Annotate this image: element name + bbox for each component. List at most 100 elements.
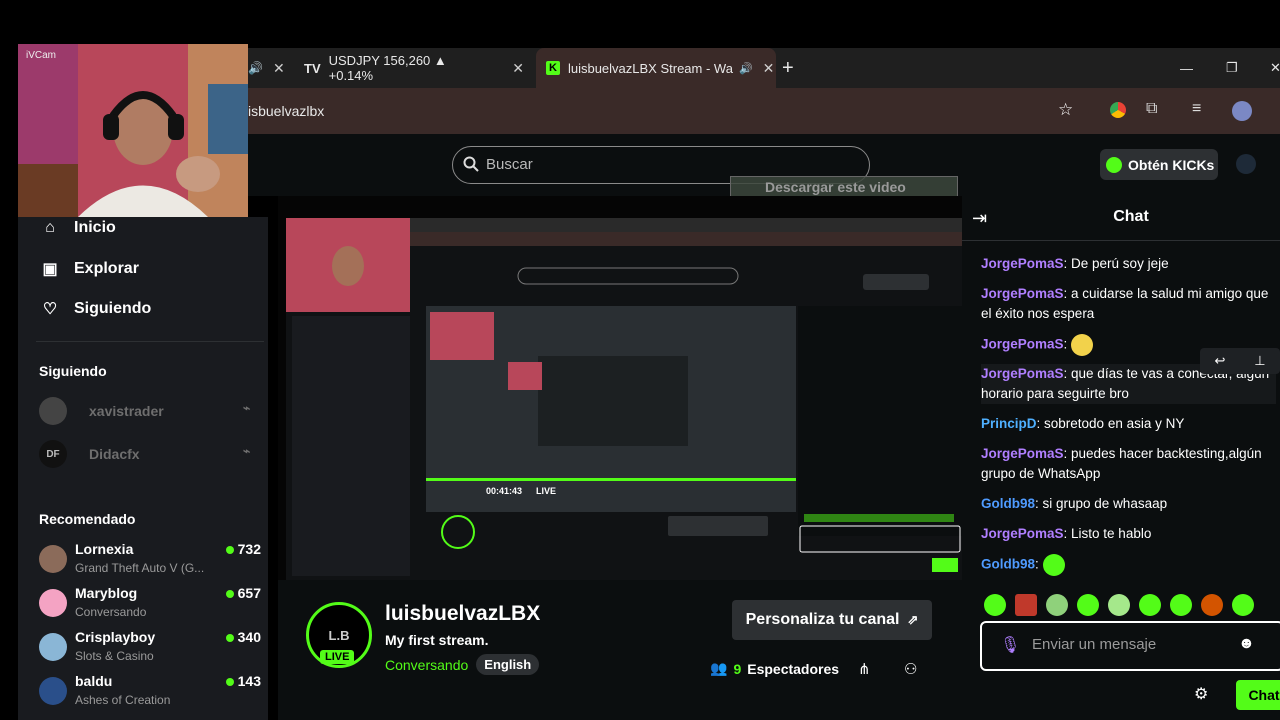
viewer-count: 340 bbox=[225, 629, 261, 645]
channel-name[interactable]: luisbuelvazLBX bbox=[385, 602, 540, 626]
profile-icon[interactable] bbox=[1232, 101, 1252, 121]
chat-title: Chat bbox=[1113, 208, 1149, 225]
category-link[interactable]: Conversando bbox=[385, 657, 468, 673]
divider bbox=[962, 240, 1280, 241]
browser-tab[interactable]: TV USDJPY 156,260 ▲ +0.14% ✕ bbox=[304, 48, 524, 88]
search-icon bbox=[463, 156, 479, 172]
get-kicks-button[interactable]: Obtén KICKs bbox=[1100, 149, 1218, 180]
browser-tab-active[interactable]: K luisbuelvazLBX Stream - Wa 🔊 ✕ bbox=[536, 48, 776, 88]
video-player[interactable]: 00:41:43 LIVE bbox=[278, 196, 962, 580]
pin-icon[interactable]: ⊥ bbox=[1254, 353, 1265, 369]
emote-icon[interactable] bbox=[1201, 594, 1223, 616]
channel-name: baldu bbox=[75, 673, 113, 689]
chat-message: PrincipD: sobretodo en asia y NY bbox=[981, 414, 1276, 434]
offline-icon: ⌁ bbox=[243, 401, 251, 415]
nested-live: LIVE bbox=[536, 486, 557, 496]
chat-username[interactable]: JorgePomaS bbox=[981, 337, 1064, 352]
download-video-overlay[interactable]: Descargar este video bbox=[730, 176, 958, 198]
reply-icon[interactable]: ↩ bbox=[1214, 353, 1225, 369]
share-icon[interactable]: ⋔ bbox=[858, 660, 871, 678]
sidebar-item-explorar[interactable]: ▣ Explorar bbox=[40, 259, 139, 279]
new-tab-icon[interactable]: + bbox=[782, 48, 794, 88]
viewer-count: 143 bbox=[225, 673, 261, 689]
viewer-number: 732 bbox=[237, 541, 261, 557]
microphone-icon[interactable]: 🎙 bbox=[1000, 635, 1020, 655]
stream-title: My first stream. bbox=[385, 632, 489, 648]
chat-username[interactable]: Goldb98 bbox=[981, 557, 1035, 572]
language-tag[interactable]: English bbox=[476, 654, 540, 675]
minimize-icon[interactable]: — bbox=[1180, 48, 1193, 88]
audio-icon[interactable]: 🔊 bbox=[248, 61, 263, 75]
viewer-number: 657 bbox=[237, 585, 261, 601]
audio-icon[interactable]: 🔊 bbox=[739, 62, 753, 75]
chat-message: Goldb98: bbox=[981, 554, 1276, 576]
chat-input[interactable]: 🎙 Enviar un mensaje ☻ bbox=[980, 621, 1280, 671]
close-window-icon[interactable]: ✕ bbox=[1270, 48, 1280, 88]
customize-label: Personaliza tu canal bbox=[745, 611, 900, 628]
live-dot-icon bbox=[225, 678, 234, 686]
tradingview-icon: TV bbox=[304, 60, 321, 76]
recommended-item[interactable]: Crisplayboy Slots & Casino 340 bbox=[39, 629, 261, 669]
viewer-count: 657 bbox=[225, 585, 261, 601]
close-tab-icon[interactable]: ✕ bbox=[512, 60, 524, 77]
emote-icon[interactable] bbox=[1046, 594, 1068, 616]
customize-channel-button[interactable]: Personaliza tu canal ⇗ bbox=[732, 600, 932, 640]
sidebar-item-siguiendo[interactable]: ♡ Siguiendo bbox=[40, 299, 152, 319]
media-icon[interactable]: ≡ bbox=[1192, 100, 1201, 118]
follow-user-icon[interactable]: ⚇ bbox=[904, 660, 917, 678]
chat-username[interactable]: JorgePomaS bbox=[981, 446, 1064, 461]
channel-name: xavistrader bbox=[89, 403, 164, 419]
home-icon: ⌂ bbox=[45, 219, 55, 236]
star-icon[interactable]: ☆ bbox=[1058, 100, 1073, 120]
viewer-count: 👥 9 Espectadores bbox=[710, 660, 839, 677]
chat-username[interactable]: JorgePomaS bbox=[981, 286, 1064, 301]
emote-icon[interactable] bbox=[984, 594, 1006, 616]
recommended-item[interactable]: Lornexia Grand Theft Auto V (G... 732 bbox=[39, 541, 261, 581]
viewers-icon: 👥 bbox=[710, 660, 728, 676]
viewer-label: Espectadores bbox=[747, 660, 840, 677]
close-tab-icon[interactable]: ✕ bbox=[273, 60, 285, 77]
chat-message: JorgePomaS: De perú soy jeje bbox=[981, 254, 1276, 274]
sidebar-item-label: Siguiendo bbox=[74, 300, 152, 317]
sidebar-item-inicio[interactable]: ⌂ Inicio bbox=[40, 219, 116, 237]
url-text[interactable]: isbuelvazlbx bbox=[248, 88, 324, 134]
chat-username[interactable]: PrincipD bbox=[981, 416, 1037, 431]
chat-username[interactable]: Goldb98 bbox=[981, 496, 1035, 511]
emote-icon[interactable] bbox=[1077, 594, 1099, 616]
kick-logo-icon: K bbox=[546, 61, 560, 75]
emote-icon[interactable] bbox=[1170, 594, 1192, 616]
viewer-number: 340 bbox=[237, 629, 261, 645]
user-avatar[interactable] bbox=[1236, 154, 1256, 174]
avatar: DF bbox=[39, 440, 67, 468]
channel-info: L.B LIVE luisbuelvazLBX My first stream.… bbox=[278, 580, 962, 720]
avatar bbox=[39, 545, 67, 573]
maximize-icon[interactable]: ❐ bbox=[1226, 48, 1238, 88]
chat-text: : sobretodo en asia y NY bbox=[1036, 416, 1185, 431]
recommended-item[interactable]: baldu Ashes of Creation 143 bbox=[39, 673, 261, 713]
send-chat-button[interactable]: Chat bbox=[1236, 680, 1280, 710]
channel-name: Maryblog bbox=[75, 585, 138, 601]
nested-time: 00:41:43 bbox=[486, 486, 523, 496]
chat-username[interactable]: JorgePomaS bbox=[981, 526, 1064, 541]
sidebar-item-label: Explorar bbox=[74, 260, 139, 277]
tab-title: luisbuelvazLBX Stream - Wa bbox=[567, 60, 733, 76]
emote-icon[interactable] bbox=[1139, 594, 1161, 616]
chat-input-placeholder: Enviar un mensaje bbox=[1032, 636, 1157, 653]
avatar bbox=[39, 677, 67, 705]
following-item[interactable]: xavistrader ⌁ bbox=[39, 397, 250, 425]
settings-gear-icon[interactable]: ⚙ bbox=[1194, 684, 1208, 704]
recommended-item[interactable]: Maryblog Conversando 657 bbox=[39, 585, 261, 625]
emote-icon[interactable] bbox=[1232, 594, 1254, 616]
chat-username[interactable]: JorgePomaS bbox=[981, 256, 1064, 271]
following-item[interactable]: DF Didacfx ⌁ bbox=[39, 440, 250, 468]
emote-icon[interactable] bbox=[1108, 594, 1130, 616]
chat-username[interactable]: JorgePomaS bbox=[981, 366, 1064, 381]
emoji-icon[interactable]: ☻ bbox=[1238, 635, 1255, 653]
close-tab-icon[interactable]: ✕ bbox=[763, 60, 775, 77]
puzzle-icon[interactable]: ⧉ bbox=[1146, 100, 1157, 118]
browser-tab[interactable]: 🔊 ✕ bbox=[248, 48, 298, 88]
webcam-image bbox=[18, 44, 248, 217]
emote-icon[interactable] bbox=[1015, 594, 1037, 616]
extension-icon[interactable] bbox=[1110, 102, 1126, 118]
message-actions: ↩ ⊥ bbox=[1200, 348, 1280, 374]
